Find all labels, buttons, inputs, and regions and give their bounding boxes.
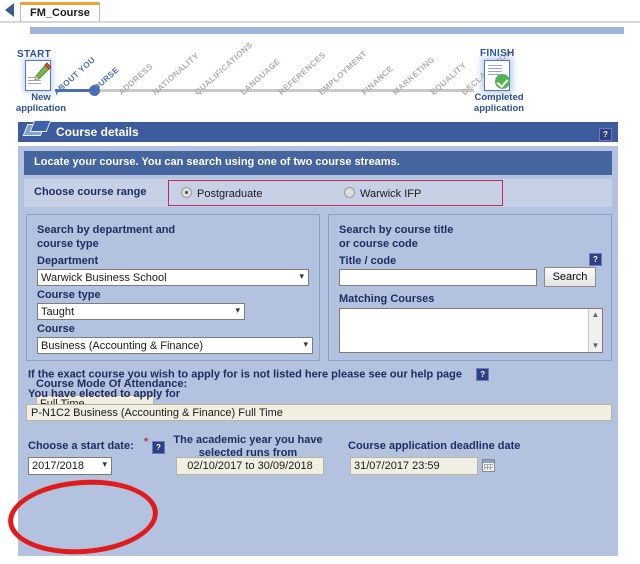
tab-strip-underline <box>0 21 640 23</box>
matching-courses-listbox[interactable]: ▲ ▼ <box>339 308 603 353</box>
course-range-highlight-box: Postgraduate Warwick IFP <box>168 180 503 206</box>
radio-dot-postgraduate-icon <box>181 187 192 198</box>
course-select-wrap: Business (Accounting & Finance) <box>37 337 313 354</box>
course-range-label: Choose course range <box>34 186 146 198</box>
course-type-label: Course type <box>37 289 101 301</box>
help-icon: ? <box>152 441 165 454</box>
course-label: Course <box>37 323 75 335</box>
new-application-icon <box>25 60 51 90</box>
search-dept-title-line-2: course type <box>37 237 175 251</box>
search-title-line-2: or course code <box>339 237 453 251</box>
progress-finish-label: FINISH <box>480 48 515 59</box>
course-range-row: Choose course range Postgraduate Warwick… <box>24 179 612 207</box>
green-check-icon <box>495 74 510 89</box>
progress-finish-sublabel: Completed application <box>460 92 538 114</box>
radio-warwick-ifp-label: Warwick IFP <box>360 188 421 200</box>
completed-application-icon <box>484 60 512 91</box>
department-select[interactable]: Warwick Business School <box>37 269 309 286</box>
start-date-help-button[interactable]: ? <box>152 439 165 457</box>
title-code-label: Title / code <box>339 255 396 267</box>
academic-year-label-line-1: The academic year you have <box>168 434 328 447</box>
elected-course-value: P-N1C2 Business (Accounting & Finance) F… <box>26 404 612 421</box>
progress-tracker: START New application ABOUT YOU COURSE A… <box>0 34 640 120</box>
course-details-header: Course details ? <box>18 122 618 142</box>
department-label: Department <box>37 255 98 267</box>
academic-year-value <box>176 457 324 475</box>
search-by-title-title: Search by course title or course code <box>339 223 453 251</box>
app-root: FM_Course START New application ABOUT YO… <box>0 0 640 564</box>
progress-start-label: START <box>17 49 51 60</box>
start-date-select[interactable]: 2017/2018 <box>28 457 112 475</box>
search-by-department-panel: Search by department and course type Dep… <box>26 214 320 361</box>
course-type-select-wrap: Taught <box>37 303 245 320</box>
elected-course-label: You have elected to apply for <box>28 388 180 400</box>
progress-step-course[interactable]: COURSE <box>87 65 121 97</box>
progress-step-finance[interactable]: FINANCE <box>360 64 395 97</box>
radio-postgraduate[interactable]: Postgraduate <box>181 187 262 200</box>
help-icon: ? <box>599 128 612 141</box>
pencil-icon <box>32 62 52 82</box>
matching-courses-label: Matching Courses <box>339 293 434 305</box>
header-help-button[interactable]: ? <box>599 126 612 144</box>
start-date-label: Choose a start date: <box>28 440 134 452</box>
radio-dot-warwick-ifp-icon <box>344 187 355 198</box>
help-icon: ? <box>589 253 602 266</box>
deadline-label: Course application deadline date <box>348 440 520 452</box>
title-code-input[interactable] <box>339 269 537 286</box>
radio-warwick-ifp[interactable]: Warwick IFP <box>344 187 421 200</box>
search-by-department-title: Search by department and course type <box>37 223 175 251</box>
scroll-down-icon[interactable]: ▼ <box>589 340 602 352</box>
instruction-bar: Locate your course. You can search using… <box>24 151 612 175</box>
top-blue-bar <box>30 27 624 34</box>
course-select[interactable]: Business (Accounting & Finance) <box>37 337 313 354</box>
calendar-icon[interactable] <box>482 459 495 472</box>
search-title-line-1: Search by course title <box>339 223 453 237</box>
matching-courses-scrollbar[interactable]: ▲ ▼ <box>588 309 602 352</box>
finish-sub-line-1: Completed <box>460 92 538 103</box>
search-button[interactable]: Search <box>544 267 596 287</box>
not-listed-help-text: If the exact course you wish to apply fo… <box>28 368 462 380</box>
help-icon[interactable]: ? <box>476 368 489 381</box>
search-by-title-panel: Search by course title or course code Ti… <box>328 214 612 361</box>
page-title: Course details <box>56 125 139 139</box>
start-sub-line-2: application <box>8 103 74 114</box>
back-arrow-icon[interactable] <box>5 3 14 17</box>
instruction-text: Locate your course. You can search using… <box>34 156 400 168</box>
tab-strip: FM_Course <box>0 0 640 22</box>
not-listed-help-row: If the exact course you wish to apply fo… <box>28 368 489 381</box>
required-marker: * <box>144 436 148 448</box>
course-details-panel: Locate your course. You can search using… <box>18 146 618 556</box>
course-type-select[interactable]: Taught <box>37 303 245 320</box>
department-select-wrap: Warwick Business School <box>37 269 309 286</box>
radio-postgraduate-label: Postgraduate <box>197 188 262 200</box>
search-dept-title-line-1: Search by department and <box>37 223 175 237</box>
start-sub-line-1: New <box>8 92 74 103</box>
scroll-up-icon[interactable]: ▲ <box>589 309 602 321</box>
finish-sub-line-2: application <box>460 103 538 114</box>
book-icon <box>25 118 47 138</box>
progress-start-sublabel: New application <box>8 92 74 114</box>
start-date-select-wrap: 2017/2018 <box>28 457 112 475</box>
tab-fm-course[interactable]: FM_Course <box>20 2 100 21</box>
deadline-value <box>350 457 478 475</box>
